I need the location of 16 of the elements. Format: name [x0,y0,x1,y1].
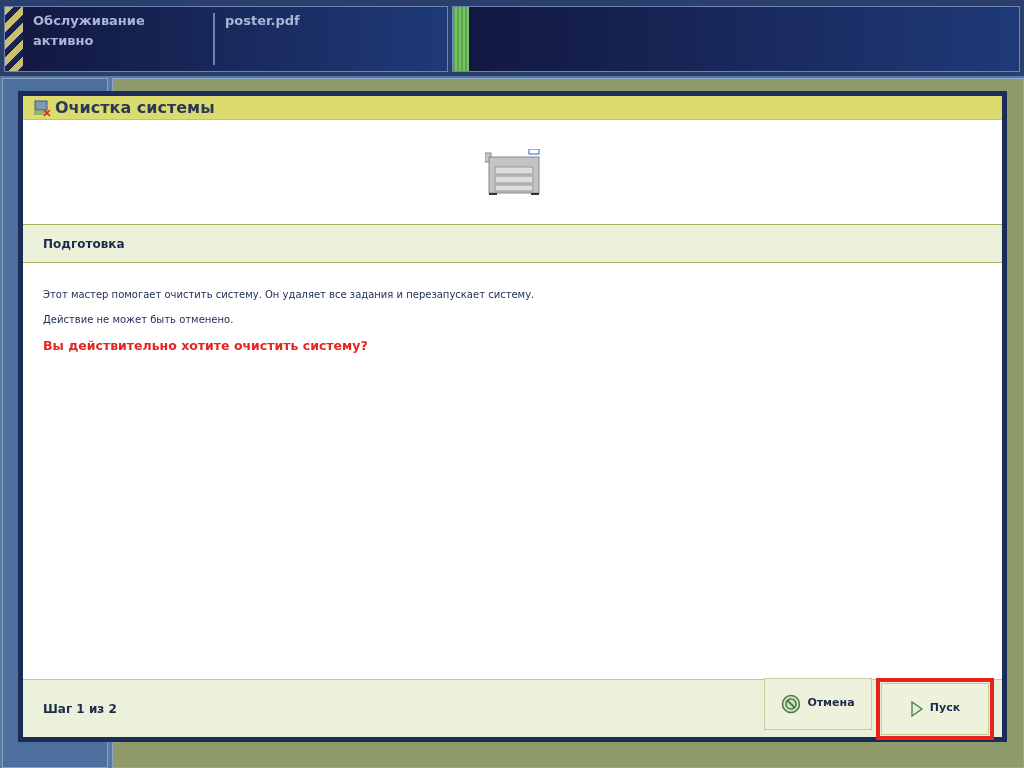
cancel-button[interactable]: Отмена [764,677,872,730]
cancel-icon [781,693,802,714]
info-message: Действие не может быть отменено. [43,313,235,327]
warning-message: Вы действительно хотите очистить систему? [43,337,369,355]
warning-stripes [5,7,23,71]
step-indicator: Шаг 1 из 2 [43,700,118,718]
printer-icon [484,149,541,195]
info-message: Этот мастер помогает очистить систему. Он удаляет все задания и перезапускает систему. [43,288,536,302]
status-text: Обслуживание активно [32,12,146,50]
start-button[interactable]: Пуск [881,682,989,735]
section-heading: Подготовка [43,235,125,253]
gauge-icon [453,7,469,71]
file-name: poster.pdf [224,12,301,30]
play-icon [909,699,924,718]
computer-icon [33,98,51,117]
dialog-title: Очистка системы [55,96,215,119]
